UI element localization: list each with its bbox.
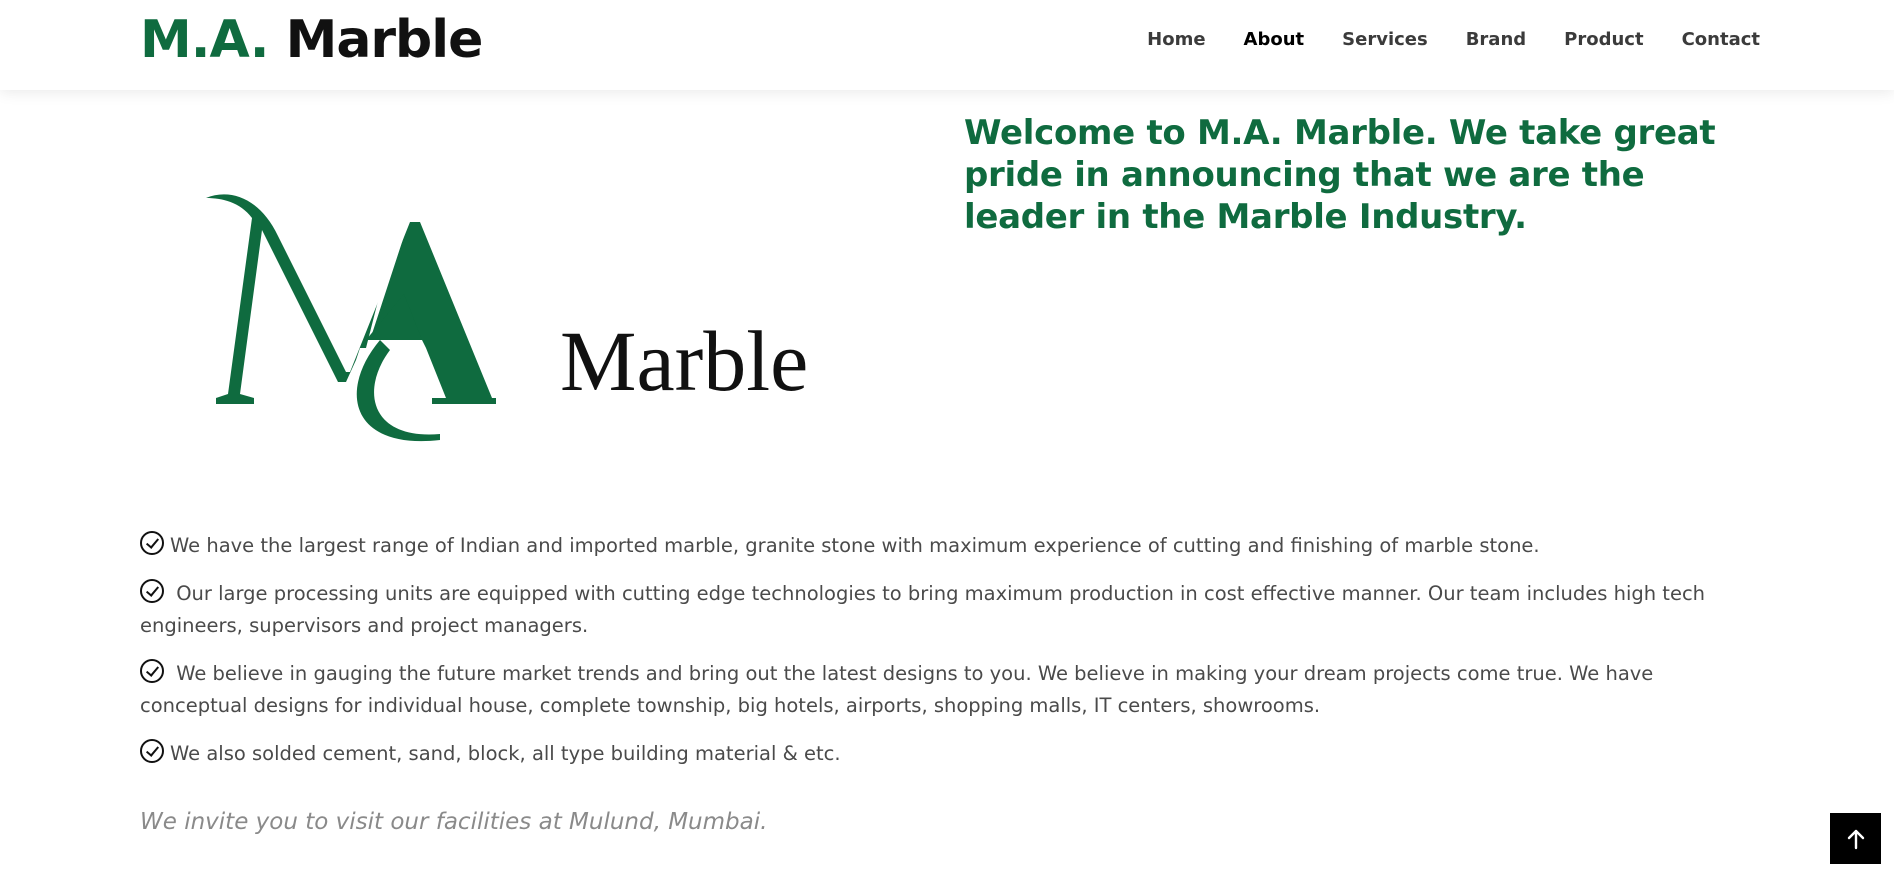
brand-initials: M.A. [140, 10, 269, 70]
check-circle-icon [140, 531, 164, 555]
nav-services[interactable]: Services [1342, 26, 1428, 54]
feature-text: Our large processing units are equipped … [140, 582, 1706, 637]
brand-name: Marble [285, 10, 484, 70]
logo-wordmark: Marble [560, 313, 808, 409]
ma-monogram-icon: Marble [206, 194, 808, 442]
list-item: We believe in gauging the future market … [140, 658, 1760, 722]
check-circle-icon [140, 579, 164, 603]
main-nav: Home About Services Brand Product Contac… [1109, 26, 1760, 54]
arrow-up-icon [1847, 829, 1864, 849]
visit-invitation: We invite you to visit our facilities at… [140, 809, 768, 835]
check-circle-icon [140, 739, 164, 763]
list-item: Our large processing units are equipped … [140, 578, 1760, 642]
feature-text: We have the largest range of Indian and … [170, 534, 1540, 557]
feature-text: We believe in gauging the future market … [140, 662, 1654, 717]
back-to-top-button[interactable] [1830, 813, 1881, 864]
nav-home[interactable]: Home [1147, 26, 1205, 54]
list-item: We also solded cement, sand, block, all … [140, 738, 1760, 770]
nav-about[interactable]: About [1244, 26, 1305, 54]
nav-contact[interactable]: Contact [1682, 26, 1760, 54]
nav-brand[interactable]: Brand [1466, 26, 1526, 54]
intro-headline: Welcome to M.A. Marble. We take great pr… [964, 113, 1716, 237]
nav-product[interactable]: Product [1564, 26, 1643, 54]
feature-text: We also solded cement, sand, block, all … [170, 742, 841, 765]
feature-list: We have the largest range of Indian and … [140, 530, 1760, 786]
site-header: M.A. Marble Home About Services Brand Pr… [0, 0, 1894, 90]
list-item: We have the largest range of Indian and … [140, 530, 1760, 562]
brand-logo-text[interactable]: M.A. Marble [140, 8, 484, 72]
check-circle-icon [140, 659, 164, 683]
company-logo: Marble [200, 190, 840, 450]
